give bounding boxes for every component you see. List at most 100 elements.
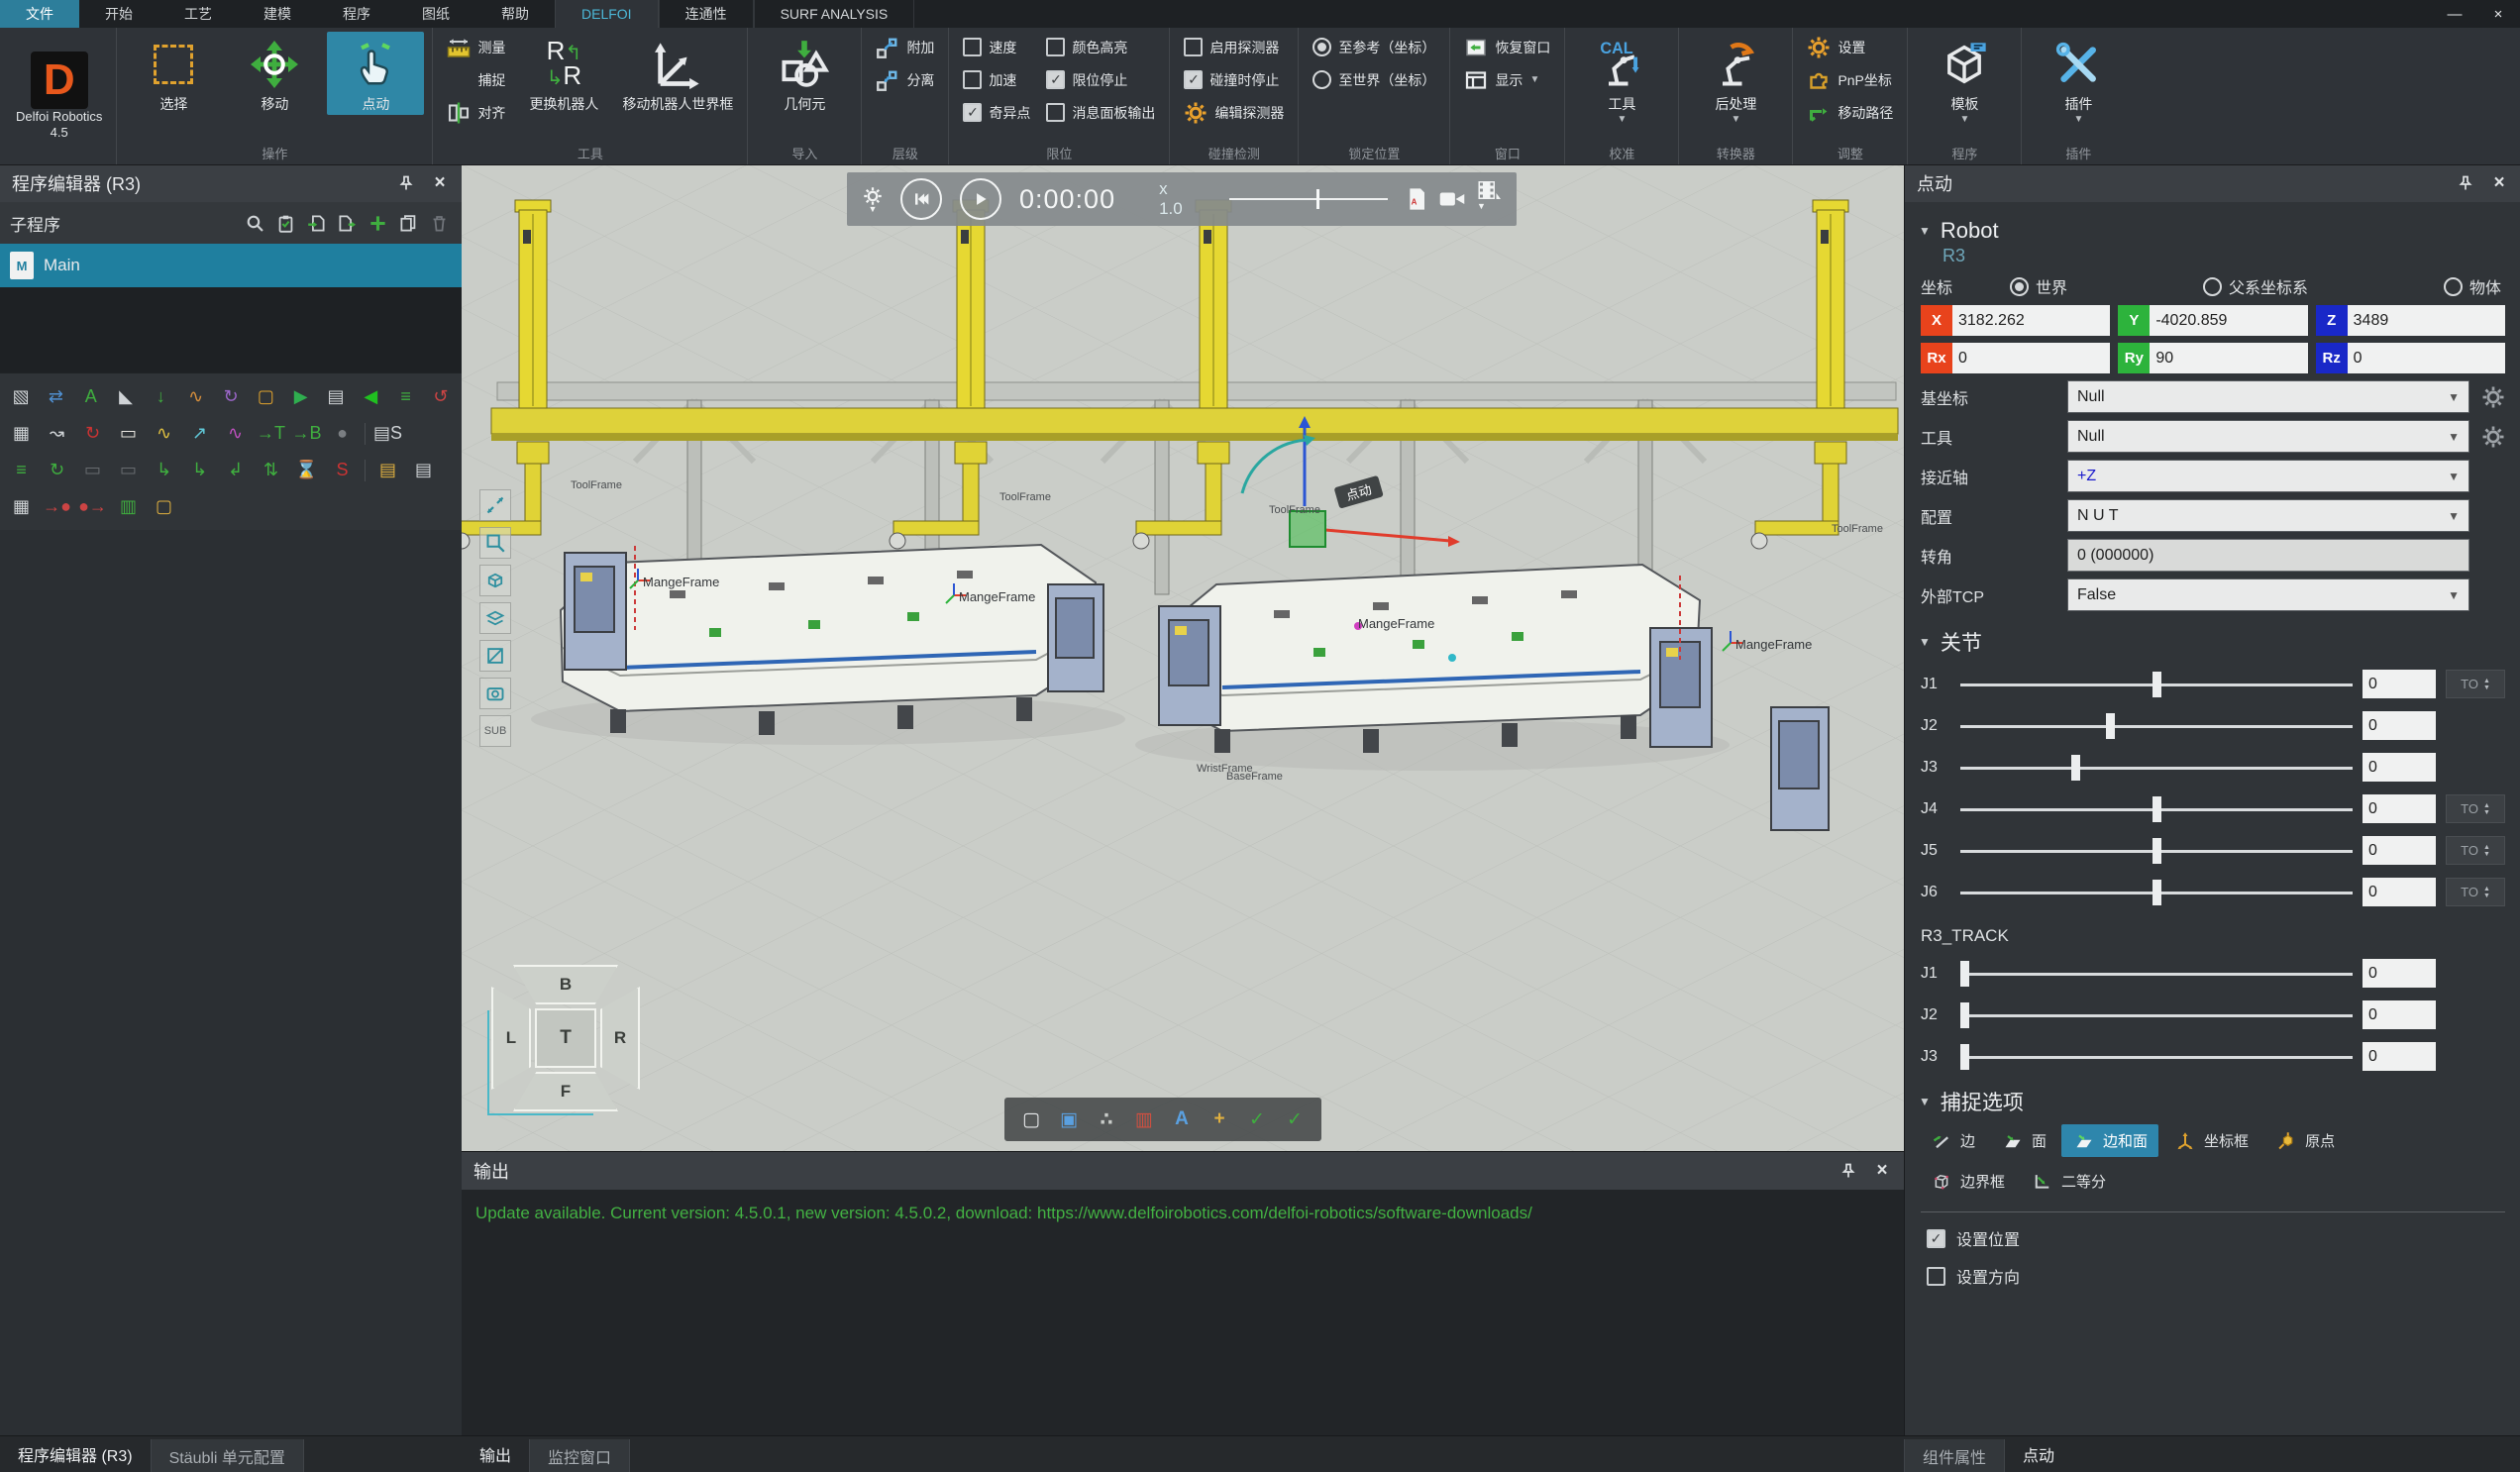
editor-tool-icon-0-5[interactable]: ∿ [183, 383, 209, 410]
menu-tab-工艺[interactable]: 工艺 [158, 0, 238, 28]
view-right-face[interactable]: R [600, 987, 640, 1090]
slider-handle[interactable] [2152, 672, 2161, 697]
slider-handle[interactable] [1960, 961, 1969, 987]
dropdown-接近轴[interactable]: +Z▼ [2067, 460, 2469, 492]
view-back-face[interactable]: B [513, 965, 618, 1004]
axis-value-Rz[interactable]: 0 [2348, 343, 2505, 373]
pin-icon[interactable] [396, 173, 416, 193]
chart-icon[interactable]: ▥ [1129, 1104, 1159, 1134]
export-page-icon[interactable] [335, 211, 360, 236]
joint-value-J1[interactable]: 0 [2362, 670, 2436, 698]
ribbon-check-加速[interactable]: 加速 [957, 64, 1036, 95]
axis-value-Rx[interactable]: 0 [1952, 343, 2110, 373]
editor-tool-icon-1-11[interactable]: ▤S [374, 420, 401, 447]
editor-tool-icon-0-11[interactable]: ≡ [392, 383, 418, 410]
radio-父系坐标系[interactable] [2203, 277, 2222, 296]
ribbon-button-几何元[interactable]: 几何元 [756, 32, 853, 115]
ribbon-button-移动机器人世界框[interactable]: 移动机器人世界框 [616, 32, 739, 115]
editor-tool-icon-3-4[interactable]: ▢ [151, 493, 177, 520]
ribbon-check-奇异点[interactable]: ✓奇异点 [957, 97, 1036, 128]
editor-tool-icon-1-7[interactable]: →T [258, 420, 284, 447]
section-joints[interactable]: ▼关节 [1919, 627, 2507, 657]
view-front-face[interactable]: F [513, 1072, 618, 1111]
editor-tool-icon-2-2[interactable]: ▭ [79, 457, 106, 483]
editor-tool-icon-1-4[interactable]: ∿ [151, 420, 177, 447]
joint-value-J5[interactable]: 0 [2362, 836, 2436, 865]
play-button[interactable] [960, 178, 1001, 220]
checkbox-row-设置方向[interactable]: 设置方向 [1927, 1264, 2499, 1288]
joint-slider-J1[interactable] [1960, 961, 2353, 987]
subprogram-item-Main[interactable]: MMain [0, 244, 462, 287]
import-page-icon[interactable] [304, 211, 329, 236]
statusbar-tab-组件属性[interactable]: 组件属性 [1904, 1439, 2005, 1472]
radio-至参考（坐标）[interactable] [1312, 38, 1331, 56]
checkbox-启用探测器[interactable] [1184, 38, 1203, 56]
slider-handle[interactable] [1960, 1002, 1969, 1028]
dropdown-外部TCP[interactable]: False▼ [2067, 578, 2469, 611]
snap-button-边和面[interactable]: 边和面 [2061, 1124, 2158, 1157]
ribbon-radio-至世界（坐标）[interactable]: 至世界（坐标） [1307, 64, 1441, 95]
editor-tool-icon-0-10[interactable]: ◀ [358, 383, 383, 410]
minimize-icon[interactable]: — [2433, 0, 2476, 28]
ribbon-button-选择[interactable]: 选择 [125, 32, 222, 115]
menu-tab-开始[interactable]: 开始 [79, 0, 158, 28]
joint-value-J2[interactable]: 0 [2362, 711, 2436, 740]
editor-tool-icon-3-2[interactable]: ●→ [79, 493, 106, 520]
ribbon-button-PnP坐标[interactable]: PnP坐标 [1801, 64, 1899, 95]
joint-slider-J2[interactable] [1960, 1002, 2353, 1028]
joint-slider-J3[interactable] [1960, 1044, 2353, 1070]
to-button-J5[interactable]: TO▲▼ [2446, 836, 2505, 865]
snap-button-面[interactable]: 面 [1990, 1124, 2057, 1157]
slider-handle[interactable] [2152, 880, 2161, 905]
menu-tab-连通性[interactable]: 连通性 [659, 0, 754, 28]
joint-value-J6[interactable]: 0 [2362, 878, 2436, 906]
ribbon-button-移动路径[interactable]: 移动路径 [1801, 97, 1899, 128]
checkbox-奇异点[interactable]: ✓ [963, 103, 982, 122]
editor-tool-icon-1-6[interactable]: ∿ [222, 420, 249, 447]
ribbon-button-插件[interactable]: 插件▼ [2030, 32, 2127, 128]
pin-icon[interactable] [1838, 1161, 1858, 1181]
slider-handle[interactable] [2071, 755, 2080, 781]
trash-icon[interactable] [427, 211, 452, 236]
menu-tab-程序[interactable]: 程序 [317, 0, 396, 28]
statusbar-tab-Stäubli 单元配置[interactable]: Stäubli 单元配置 [151, 1439, 304, 1472]
transform-icon[interactable]: + [1205, 1104, 1234, 1134]
checkbox-碰撞时停止[interactable]: ✓ [1184, 70, 1203, 89]
slider-handle[interactable] [1960, 1044, 1969, 1070]
to-button-J6[interactable]: TO▲▼ [2446, 878, 2505, 906]
joint-slider-J2[interactable] [1960, 713, 2353, 739]
snap-button-坐标框[interactable]: 坐标框 [2162, 1124, 2259, 1157]
pin-icon[interactable] [2456, 173, 2475, 193]
coordinate-radio-物体[interactable]: 物体 [2444, 274, 2501, 298]
copy-icon[interactable] [396, 211, 421, 236]
editor-tool-icon-2-3[interactable]: ▭ [115, 457, 142, 483]
view-left-face[interactable]: L [491, 987, 531, 1090]
snap-button-边界框[interactable]: 边界框 [1919, 1165, 2016, 1198]
snap-button-二等分[interactable]: 二等分 [2020, 1165, 2117, 1198]
menu-tab-帮助[interactable]: 帮助 [475, 0, 555, 28]
to-button-J1[interactable]: TO▲▼ [2446, 670, 2505, 698]
editor-tool-icon-1-2[interactable]: ↻ [79, 420, 106, 447]
statusbar-tab-程序编辑器 (R3)[interactable]: 程序编辑器 (R3) [0, 1436, 151, 1472]
ribbon-button-后处理[interactable]: 后处理▼ [1687, 32, 1784, 128]
dropdown-转角[interactable]: 0 (000000) [2067, 539, 2469, 572]
view-navigation-cube[interactable]: B L R F T [491, 965, 640, 1111]
joint-slider-J6[interactable] [1960, 880, 2353, 905]
fit-view-icon[interactable] [479, 489, 511, 521]
checkbox-颜色高亮[interactable] [1046, 38, 1065, 56]
snap-button-边[interactable]: 边 [1919, 1124, 1986, 1157]
menu-tab-建模[interactable]: 建模 [238, 0, 317, 28]
editor-tool-icon-3-0[interactable]: ▦ [8, 493, 35, 520]
ribbon-button-附加[interactable]: 附加 [870, 32, 940, 62]
annotation-icon[interactable]: A [1167, 1104, 1197, 1134]
editor-tool-icon-0-9[interactable]: ▤ [323, 383, 349, 410]
joint-slider-J1[interactable] [1960, 672, 2353, 697]
axis-value-X[interactable]: 3182.262 [1952, 305, 2110, 336]
editor-tool-icon-2-7[interactable]: ⇅ [258, 457, 284, 483]
editor-tool-icon-2-9[interactable]: S [329, 457, 356, 483]
checkbox-设置方向[interactable] [1927, 1267, 1945, 1286]
joint-value-J2[interactable]: 0 [2362, 1000, 2436, 1029]
joint-value-J1[interactable]: 0 [2362, 959, 2436, 988]
ribbon-check-编辑探测器[interactable]: 编辑探测器 [1178, 97, 1290, 128]
close-icon[interactable]: × [2476, 0, 2520, 28]
